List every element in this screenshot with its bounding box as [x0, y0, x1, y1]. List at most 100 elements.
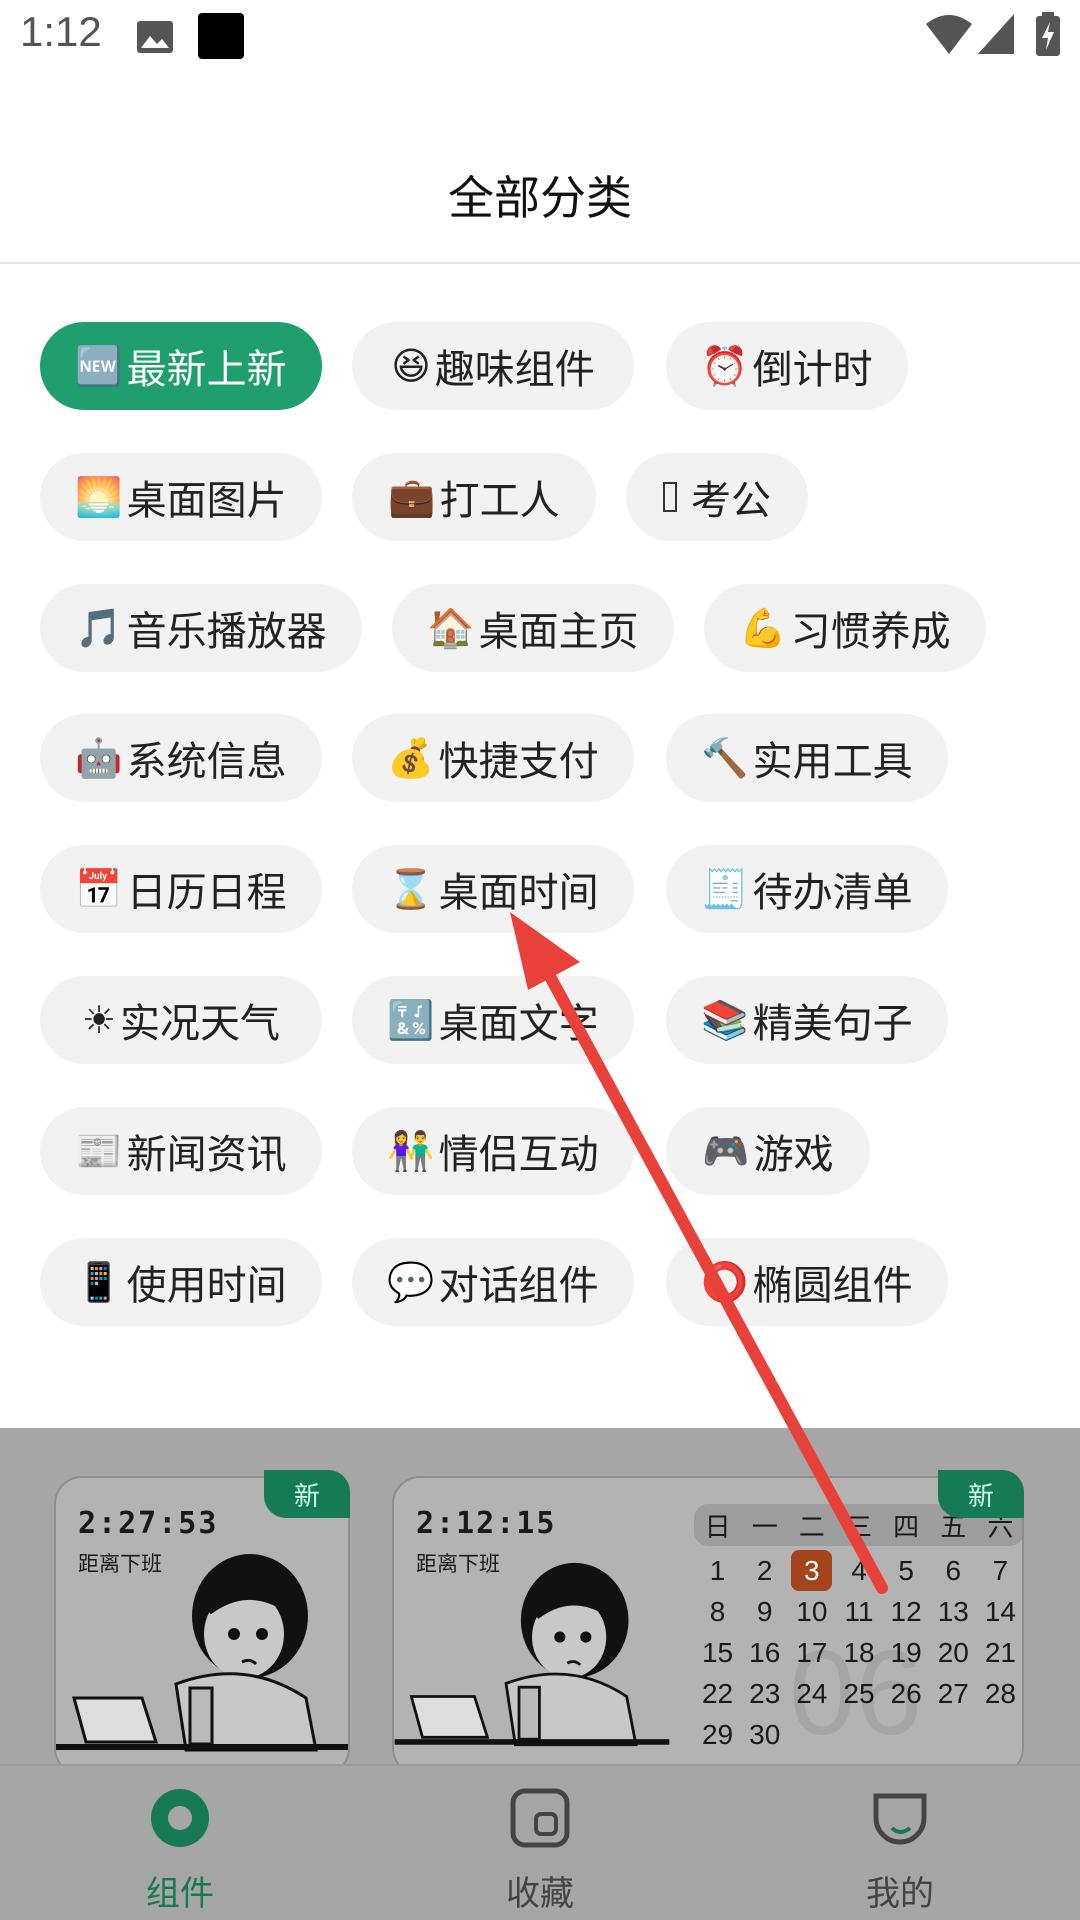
category-chip-calendar[interactable]: 📅 日历日程 — [40, 845, 322, 933]
category-label: 日历日程 — [126, 870, 287, 916]
category-label: 习惯养成 — [790, 609, 951, 655]
calendar-day: 1 — [709, 1555, 726, 1586]
category-chip-dialog[interactable]: 💬 对话组件 — [352, 1238, 634, 1326]
app-notification-icon — [198, 13, 244, 59]
header: 全部分类 — [0, 72, 1080, 264]
category-chip-habits[interactable]: 💪 习惯养成 — [704, 584, 986, 672]
category-label: 系统信息 — [126, 739, 287, 785]
calendar-day: 3 — [791, 1550, 833, 1591]
sun-icon: ☀ — [81, 998, 117, 1042]
calendar-day: 29 — [701, 1719, 734, 1750]
hammer-icon: 🔨 — [701, 735, 749, 780]
category-chip-desktop-pictures[interactable]: 🌅 桌面图片 — [40, 453, 322, 541]
category-label: 考公 — [691, 478, 771, 524]
category-chip-ellipse[interactable]: ⭕ 椭圆组件 — [666, 1238, 948, 1326]
category-label: 桌面时间 — [438, 870, 599, 916]
tab-profile[interactable]: 我的 — [720, 1766, 1080, 1920]
tired-girl-illustration — [56, 1554, 348, 1752]
category-chip-worker[interactable]: 💼 打工人 — [352, 453, 596, 541]
widget-time: 2:12:15 — [416, 1506, 557, 1541]
category-chip-weather[interactable]: ☀ 实况天气 — [40, 976, 322, 1064]
symbols-icon: 🔣 — [387, 997, 435, 1042]
calendar-day: 6 — [945, 1555, 962, 1586]
category-chip-quick-pay[interactable]: 💰 快捷支付 — [352, 714, 634, 802]
tab-widgets[interactable]: 组件 — [0, 1766, 360, 1920]
calendar-day: 8 — [709, 1596, 726, 1627]
category-chip-fun[interactable]: 😆 趣味组件 — [352, 322, 634, 410]
category-chip-desktop-text[interactable]: 🔣 桌面文字 — [352, 976, 634, 1064]
status-time: 1:12 — [20, 8, 102, 55]
widget-card-countdown-calendar[interactable]: 2:12:15 距离下班 06 日 一 二 三 四 五 六 1 2 3 4 5 … — [392, 1476, 1024, 1764]
bottom-nav: 组件 收藏 我的 — [0, 1764, 1080, 1920]
category-label: 桌面文字 — [438, 1001, 599, 1047]
category-chip-music-player[interactable]: 🎵 音乐播放器 — [40, 584, 362, 672]
category-chip-usage-time[interactable]: 📱 使用时间 — [40, 1238, 322, 1326]
category-chip-newest[interactable]: 🆕 最新上新 — [40, 322, 322, 410]
calendar-day: 14 — [984, 1596, 1016, 1627]
newspaper-icon: 📰 — [75, 1128, 123, 1173]
music-note-icon: 🎵 — [75, 605, 123, 650]
calendar-day: 22 — [701, 1678, 734, 1709]
calendar-day: 28 — [984, 1678, 1016, 1709]
category-label: 精美句子 — [752, 1001, 913, 1047]
signal-icon — [978, 14, 1014, 54]
calendar-day: 7 — [992, 1555, 1009, 1586]
hourglass-icon: ⌛ — [387, 866, 435, 911]
category-chip-civil-exam[interactable]: 考公 — [626, 453, 808, 541]
calendar-day: 2 — [756, 1555, 773, 1586]
tired-girl-illustration — [394, 1562, 670, 1747]
category-label: 实况天气 — [120, 1001, 281, 1047]
category-chip-countdown[interactable]: ⏰ 倒计时 — [666, 322, 908, 410]
category-label: 情侣互动 — [438, 1132, 599, 1178]
robot-icon: 🤖 — [75, 735, 123, 780]
category-label: 桌面图片 — [126, 478, 287, 524]
calendar-day: 20 — [937, 1637, 969, 1668]
flexed-biceps-icon: 💪 — [739, 605, 787, 650]
tab-favorites[interactable]: 收藏 — [360, 1766, 720, 1920]
calendar-watermark: 06 — [789, 1626, 923, 1760]
category-chip-desktop-home[interactable]: 🏠 桌面主页 — [392, 584, 674, 672]
page-title: 全部分类 — [448, 171, 632, 225]
house-icon: 🏠 — [427, 605, 475, 650]
category-label: 椭圆组件 — [752, 1263, 913, 1309]
widget-card-countdown-small[interactable]: 2:27:53 距离下班 — [54, 1476, 350, 1764]
category-label: 新闻资讯 — [126, 1132, 287, 1178]
briefcase-icon: 💼 — [388, 474, 436, 519]
category-chip-games[interactable]: 🎮 游戏 — [666, 1107, 870, 1195]
category-chip-news[interactable]: 📰 新闻资讯 — [40, 1107, 322, 1195]
new-badge: 新 — [264, 1470, 350, 1518]
calendar-day: 23 — [749, 1678, 781, 1709]
calendar-icon: 📅 — [75, 866, 123, 911]
category-label: 快捷支付 — [438, 739, 599, 785]
calendar-day: 15 — [701, 1637, 734, 1668]
category-label: 打工人 — [439, 478, 560, 524]
alarm-clock-icon: ⏰ — [701, 343, 749, 388]
category-label: 实用工具 — [752, 739, 913, 785]
calendar-day: 13 — [937, 1596, 969, 1627]
calendar-day: 16 — [749, 1637, 781, 1668]
mini-calendar: 06 日 一 二 三 四 五 六 1 2 3 4 5 6 7 8 9 10 11 12 13 14 15 16… — [694, 1504, 1022, 1760]
weekday-label: 四 — [893, 1512, 920, 1543]
calendar-day: 30 — [749, 1719, 781, 1750]
category-chip-couples[interactable]: 👫 情侣互动 — [352, 1107, 634, 1195]
category-label: 待办清单 — [752, 870, 913, 916]
new-icon: 🆕 — [75, 343, 123, 388]
new-badge: 新 — [938, 1470, 1024, 1518]
category-chip-todo[interactable]: 🧾 待办清单 — [666, 845, 948, 933]
category-label: 音乐播放器 — [126, 609, 327, 655]
calendar-day: 21 — [984, 1637, 1016, 1668]
category-chip-quotes[interactable]: 📚 精美句子 — [666, 976, 948, 1064]
category-label: 对话组件 — [438, 1263, 599, 1309]
profile-icon — [873, 1793, 927, 1845]
tab-label: 组件 — [146, 1874, 214, 1914]
category-chip-system-info[interactable]: 🤖 系统信息 — [40, 714, 322, 802]
image-notification-icon — [137, 21, 173, 53]
category-chip-desktop-time[interactable]: ⌛ 桌面时间 — [352, 845, 634, 933]
status-bar: 1:12 — [0, 0, 1080, 72]
sunrise-icon: 🌅 — [75, 474, 123, 519]
weekday-label: 日 — [704, 1512, 731, 1543]
category-label: 桌面主页 — [478, 609, 639, 655]
favorites-icon — [510, 1788, 570, 1848]
category-chip-tools[interactable]: 🔨 实用工具 — [666, 714, 948, 802]
category-label: 倒计时 — [752, 347, 873, 393]
